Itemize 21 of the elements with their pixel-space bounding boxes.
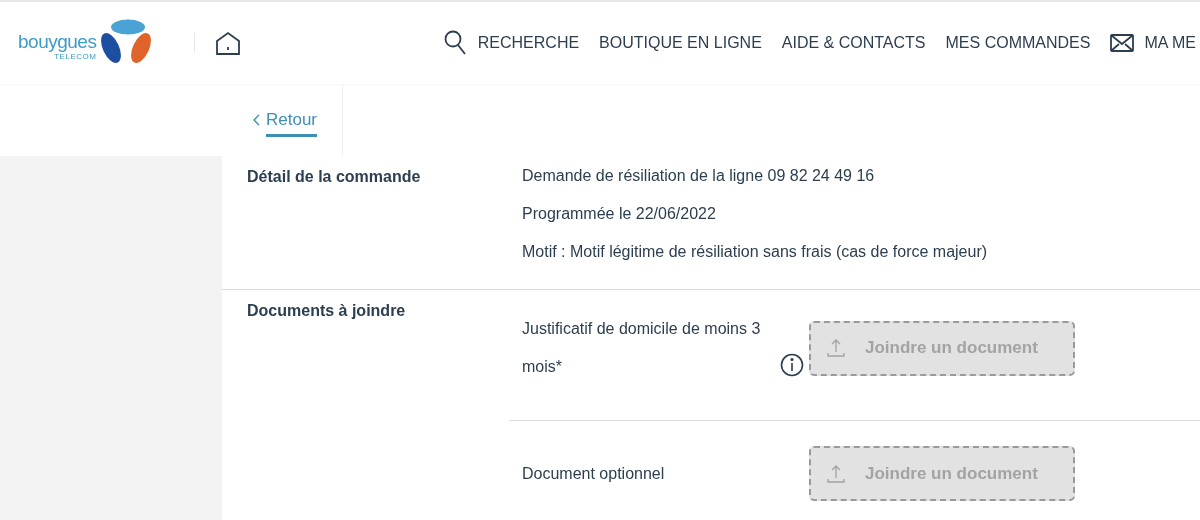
nav-link[interactable]: AIDE & CONTACTS (781, 31, 926, 55)
search-icon (443, 30, 468, 56)
back-link[interactable]: Retour (265, 107, 317, 137)
chevron-left-icon (252, 114, 260, 126)
detail-text: Motif : Motif légitime de résiliation sans frais (cas de force majeur) (522, 242, 989, 262)
home-icon[interactable] (215, 30, 241, 56)
nav-link[interactable]: MA ME (1144, 31, 1196, 55)
upload-icon (827, 338, 845, 358)
document-label: Justificatif de domicile de moins 3 mois* (522, 319, 762, 377)
nav-link[interactable]: RECHERCHE (477, 31, 580, 55)
logo-subtext: TELECOM (54, 52, 97, 61)
mail-icon (1110, 34, 1135, 52)
logo-text: bouygues (18, 32, 97, 52)
nav-link[interactable]: BOUTIQUE EN LIGNE (599, 31, 762, 55)
document-label: Document optionnel (522, 463, 665, 484)
upload-icon (827, 463, 845, 484)
detail-text: Demande de résiliation de la ligne 09 82 24 49 16 (522, 166, 876, 186)
section-title: Détail de la commande (247, 167, 422, 187)
nav-link[interactable]: MES COMMANDES (945, 31, 1091, 55)
detail-text: Programmée le 22/06/2022 (522, 204, 717, 224)
section-title: Documents à joindre (247, 301, 407, 321)
